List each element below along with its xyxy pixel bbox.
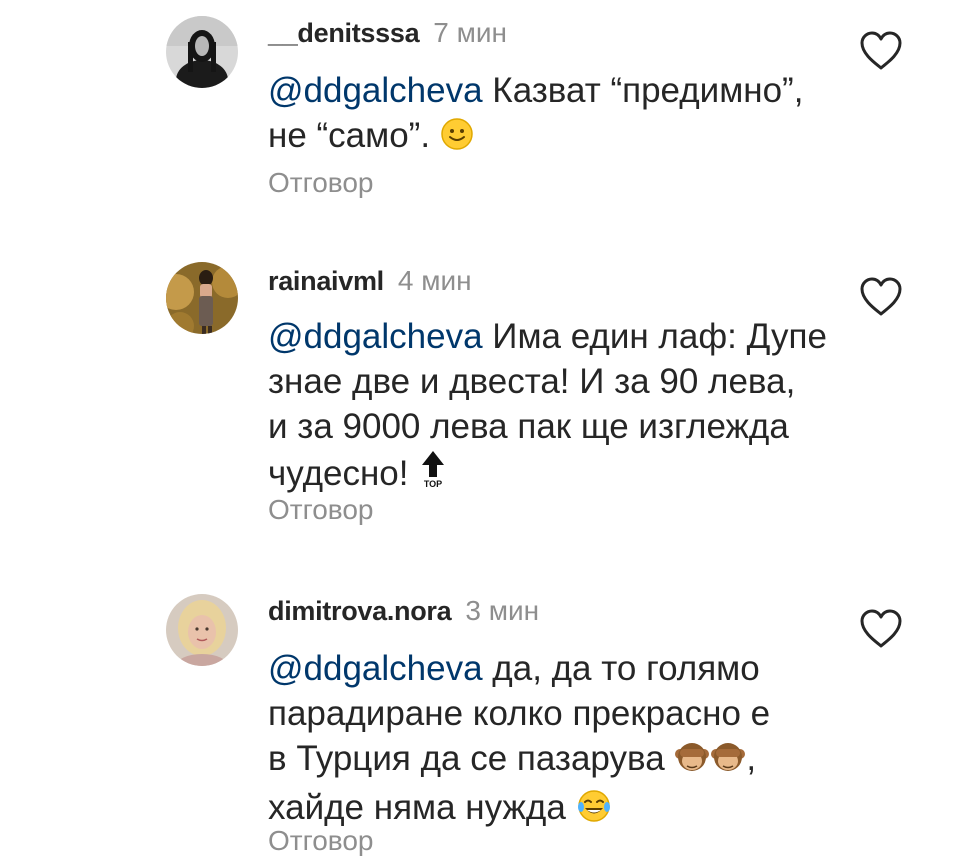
- comment-text: @ddgalcheva Има един лаф: Дупе знае две …: [268, 314, 828, 500]
- timestamp: 3 мин: [465, 595, 540, 626]
- see-no-evil-monkey-icon: [674, 740, 710, 785]
- timestamp: 4 мин: [397, 265, 472, 296]
- avatar[interactable]: [166, 594, 238, 666]
- heart-outline-icon: [858, 31, 904, 76]
- slightly-smiling-face-icon: [440, 117, 474, 162]
- mention-link[interactable]: @ddgalcheva: [268, 317, 483, 356]
- comment-text-line: да, да то голямо: [482, 649, 760, 688]
- comment-meta: dimitrova.nora 3 мин: [268, 594, 539, 628]
- comment-text-line: чудесно!: [268, 454, 409, 493]
- comment-meta: rainaivml 4 мин: [268, 264, 472, 298]
- comment-text: @ddgalcheva да, да то голямо парадиране …: [268, 646, 828, 834]
- username[interactable]: rainaivml: [268, 266, 384, 296]
- see-no-evil-monkey-icon: [710, 740, 746, 785]
- face-with-tears-of-joy-icon: [576, 789, 612, 834]
- comment-item: dimitrova.nora 3 мин @ddgalcheva да, да т…: [0, 560, 954, 856]
- like-button[interactable]: [858, 608, 904, 650]
- reply-button[interactable]: Отговор: [268, 166, 373, 200]
- like-button[interactable]: [858, 30, 904, 72]
- username[interactable]: dimitrova.nora: [268, 596, 452, 626]
- comment-text-line: не “само”.: [268, 116, 431, 155]
- heart-outline-icon: [858, 277, 904, 322]
- comment-meta: __denitsssa 7 мин: [268, 16, 507, 50]
- avatar[interactable]: [166, 16, 238, 88]
- timestamp: 7 мин: [433, 17, 508, 48]
- comment-text-line: ,: [746, 739, 757, 778]
- svg-text:TOP: TOP: [424, 479, 442, 489]
- comment-text-line: Има един лаф: Дупе: [482, 317, 827, 356]
- mention-link[interactable]: @ddgalcheva: [268, 649, 483, 688]
- reply-button[interactable]: Отговор: [268, 824, 373, 858]
- reply-button[interactable]: Отговор: [268, 493, 373, 527]
- mention-link[interactable]: @ddgalcheva: [268, 71, 483, 110]
- username[interactable]: __denitsssa: [268, 18, 420, 48]
- avatar[interactable]: [166, 262, 238, 334]
- comment-text: @ddgalcheva Казват “предимно”, не “само”…: [268, 68, 828, 162]
- comment-text-line: знае две и двеста! И за 90 лева,: [268, 362, 796, 401]
- comment-text-line: и за 9000 лева пак ще изглежда: [268, 407, 789, 446]
- comment-item: __denitsssa 7 мин @ddgalcheva Казват “пре…: [0, 0, 954, 230]
- top-arrow-icon: TOP: [418, 449, 448, 500]
- heart-outline-icon: [858, 609, 904, 654]
- comment-text-line: хайде няма нужда: [268, 788, 566, 827]
- comment-text-line: Казват “предимно”,: [482, 71, 804, 110]
- like-button[interactable]: [858, 276, 904, 318]
- comment-text-line: парадиране колко прекрасно е: [268, 694, 771, 733]
- comment-text-line: в Турция да се пазарува: [268, 739, 665, 778]
- comment-item: rainaivml 4 мин @ddgalcheva Има един лаф:…: [0, 230, 954, 560]
